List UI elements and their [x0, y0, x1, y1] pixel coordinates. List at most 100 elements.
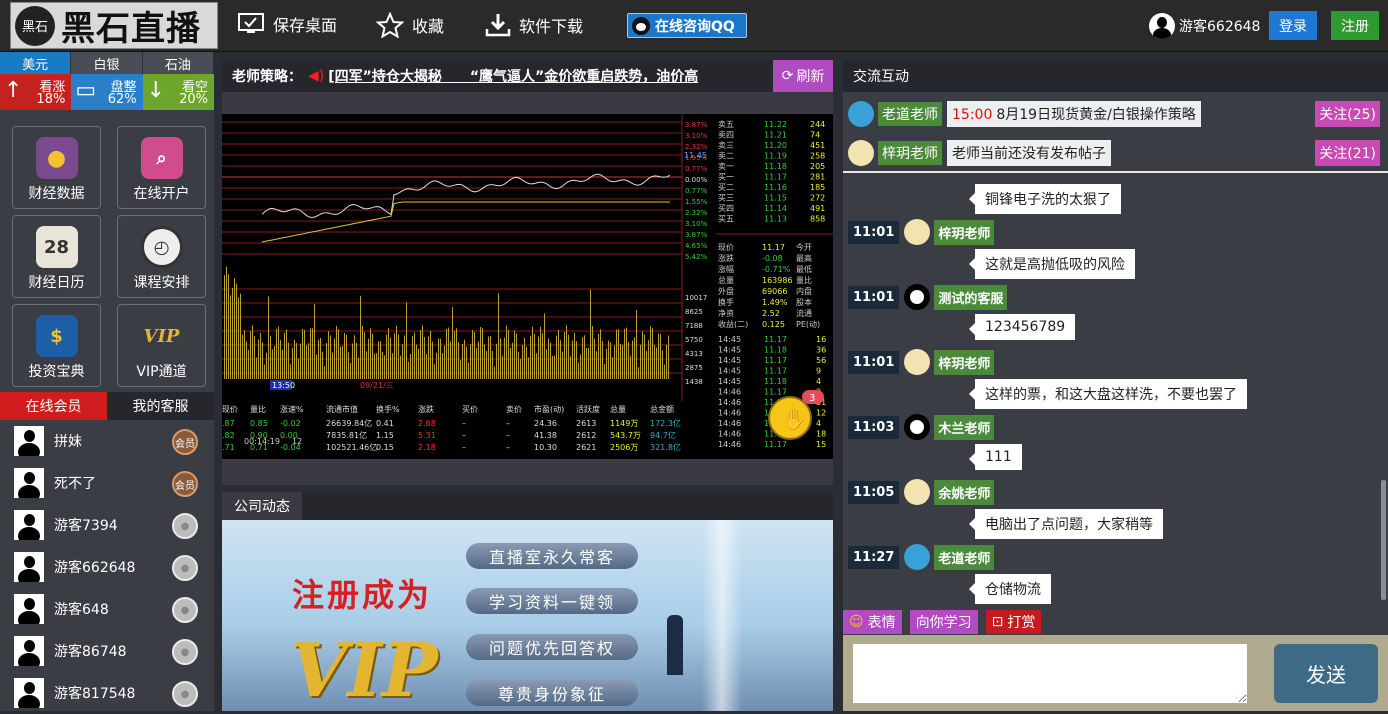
teacher-post-row[interactable]: 老道老师 15:00 8月19日现货黄金/白银操作策略 关注(25)	[843, 97, 1388, 131]
list-item[interactable]: 游客7394 ●	[0, 504, 214, 546]
tab-silver[interactable]: 白银	[71, 52, 143, 74]
list-item[interactable]: 拼妹 会员	[0, 420, 214, 462]
chat-scrollbar[interactable]	[1381, 480, 1386, 600]
chat-input[interactable]	[853, 644, 1247, 703]
volume-bar	[314, 303, 315, 379]
news-title[interactable]: 公司动态	[222, 492, 302, 520]
teacher-name[interactable]: 梓玥老师	[878, 141, 942, 165]
ticker-text[interactable]: [四军”持仓大揭秘 “鹰气逼人”金价欲重启跌势，油价高	[328, 66, 698, 86]
volume-bar	[548, 338, 549, 379]
teacher-name[interactable]: 老道老师	[878, 102, 942, 126]
tab-usd[interactable]: 美元	[0, 52, 72, 74]
register-button[interactable]: 注册	[1331, 11, 1379, 40]
order-side: 买二	[718, 183, 734, 192]
favorite-label: 收藏	[412, 17, 445, 36]
list-item[interactable]: 游客662648 ●	[0, 546, 214, 588]
left-panel: 美元 白银 石油 ↑ 看涨 18% ▭ 盘整 62% ↓ 看空 20% ● 财经…	[0, 52, 214, 711]
volume-bar	[386, 334, 387, 379]
user-info[interactable]: 游客662648	[1149, 13, 1260, 39]
list-item[interactable]: 游客86748 ●	[0, 630, 214, 672]
tool-finance-calendar[interactable]: 28 财经日历	[12, 215, 101, 298]
volume-bar	[310, 328, 311, 379]
tick-volume: 36	[816, 346, 826, 355]
tool-invest-guide[interactable]: $ 投资宝典	[12, 304, 101, 387]
tick-price: 11.18	[764, 346, 787, 355]
guest-badge-icon: ●	[172, 555, 198, 581]
volume-bar	[568, 334, 569, 379]
tool-label: 财经日历	[28, 275, 85, 291]
follow-button[interactable]: 关注(21)	[1315, 140, 1380, 166]
order-side: 买四	[718, 204, 734, 213]
tab-oil[interactable]: 石油	[142, 52, 214, 74]
tab-my-service[interactable]: 我的客服	[107, 392, 214, 420]
volume-bar	[360, 295, 361, 379]
download-button[interactable]: 软件下载	[485, 12, 583, 38]
banner-pill: 直播室永久常客	[466, 543, 638, 569]
table-cell: 41.38	[534, 431, 557, 440]
tool-vip-channel[interactable]: VIP VIP通道	[117, 304, 206, 387]
table-header: 现价	[222, 405, 238, 414]
stat-label: 流通	[796, 308, 812, 318]
volume-bar	[370, 328, 371, 379]
order-volume: 491	[810, 204, 825, 213]
refresh-button[interactable]: ⟳ 刷新	[773, 60, 833, 92]
list-item[interactable]: 死不了 会员	[0, 462, 214, 504]
volume-bar	[476, 347, 477, 379]
volume-bar	[498, 293, 499, 379]
live-video-screen[interactable]: 3.87% 3.10% 2.32% 1.55% 0.77% 0.00% 0.77% 1.55%…	[222, 114, 833, 459]
msg-sender[interactable]: 木兰老师	[934, 414, 995, 440]
bearish-vote[interactable]: ↓ 看空 20%	[142, 74, 214, 110]
tick-volume: 15	[816, 440, 826, 449]
tool-course-schedule[interactable]: ◴ 课程安排	[117, 215, 206, 298]
teacher-post-row[interactable]: 梓玥老师 老师当前还没有发布帖子 关注(21)	[843, 136, 1388, 170]
volume-bar	[490, 335, 491, 379]
volume-bar	[544, 313, 545, 379]
msg-sender[interactable]: 老道老师	[934, 544, 995, 570]
arrow-down-icon: ↓	[146, 78, 166, 103]
learn-button[interactable]: 向你学习	[909, 610, 978, 634]
favorite-button[interactable]: 收藏	[376, 12, 444, 38]
msg-sender[interactable]: 测试的客服	[934, 284, 1008, 310]
volume-bar	[510, 348, 511, 379]
volume-bar	[352, 343, 353, 379]
reward-button[interactable]: ⊡ 打赏	[985, 610, 1042, 634]
follow-button[interactable]: 关注(25)	[1315, 101, 1380, 127]
emoji-button[interactable]: ☺ 表情	[843, 610, 902, 634]
msg-sender[interactable]: 梓玥老师	[934, 349, 995, 375]
order-volume: 272	[810, 194, 825, 203]
list-item[interactable]: 游客817548 ●	[0, 672, 214, 714]
volume-bar	[610, 342, 611, 379]
msg-sender[interactable]: 余姚老师	[934, 479, 995, 505]
main-panel: 老师策略： ◀) [四军”持仓大揭秘 “鹰气逼人”金价欲重启跌势，油价高 ⟳ 刷…	[222, 60, 833, 711]
table-cell: –	[462, 443, 466, 452]
volume-bar	[638, 367, 639, 379]
volume-bar	[566, 325, 567, 379]
member-name: 游客817548	[54, 686, 136, 702]
tool-label: VIP通道	[136, 364, 187, 380]
tool-finance-data[interactable]: ● 财经数据	[12, 126, 101, 209]
volume-bar	[412, 335, 413, 379]
volume-bar	[320, 337, 321, 379]
money-exchange-icon: $	[35, 315, 78, 357]
volume-bar	[400, 355, 401, 379]
tab-online-members[interactable]: 在线会员	[0, 392, 107, 420]
msg-sender[interactable]: 梓玥老师	[934, 219, 995, 245]
teacher-post[interactable]: 老师当前还没有发布帖子	[947, 140, 1111, 166]
neutral-vote[interactable]: ▭ 盘整 62%	[71, 74, 143, 110]
reward-label: 打赏	[1007, 615, 1036, 631]
table-cell: 2613	[576, 419, 596, 428]
tick-volume: 4	[816, 419, 821, 428]
chat-messages: 铜锋电子洗的太狠了 11:01 梓玥老师 这就是高抛低吸的风险 11:01 测试的客…	[843, 174, 1388, 606]
list-item[interactable]: 游客648 ●	[0, 588, 214, 630]
login-button[interactable]: 登录	[1269, 11, 1317, 40]
volume-bar	[650, 326, 651, 379]
tool-open-account[interactable]: ⌕ 在线开户	[117, 126, 206, 209]
qq-consult-button[interactable]: 在线咨询QQ	[627, 13, 747, 38]
logo[interactable]: 黑石 黑石直播	[10, 2, 218, 49]
send-button[interactable]: 发送	[1274, 644, 1378, 703]
teacher-post[interactable]: 15:00 8月19日现货黄金/白银操作策略	[947, 101, 1201, 127]
vip-banner[interactable]: 注册成为 VIP 直播室永久常客 学习资料一键领 问题优先回答权 尊贵身份象征	[222, 520, 833, 711]
save-desktop-button[interactable]: 保存桌面	[237, 12, 337, 36]
user-avatar-icon	[14, 594, 44, 624]
bullish-vote[interactable]: ↑ 看涨 18%	[0, 74, 72, 110]
